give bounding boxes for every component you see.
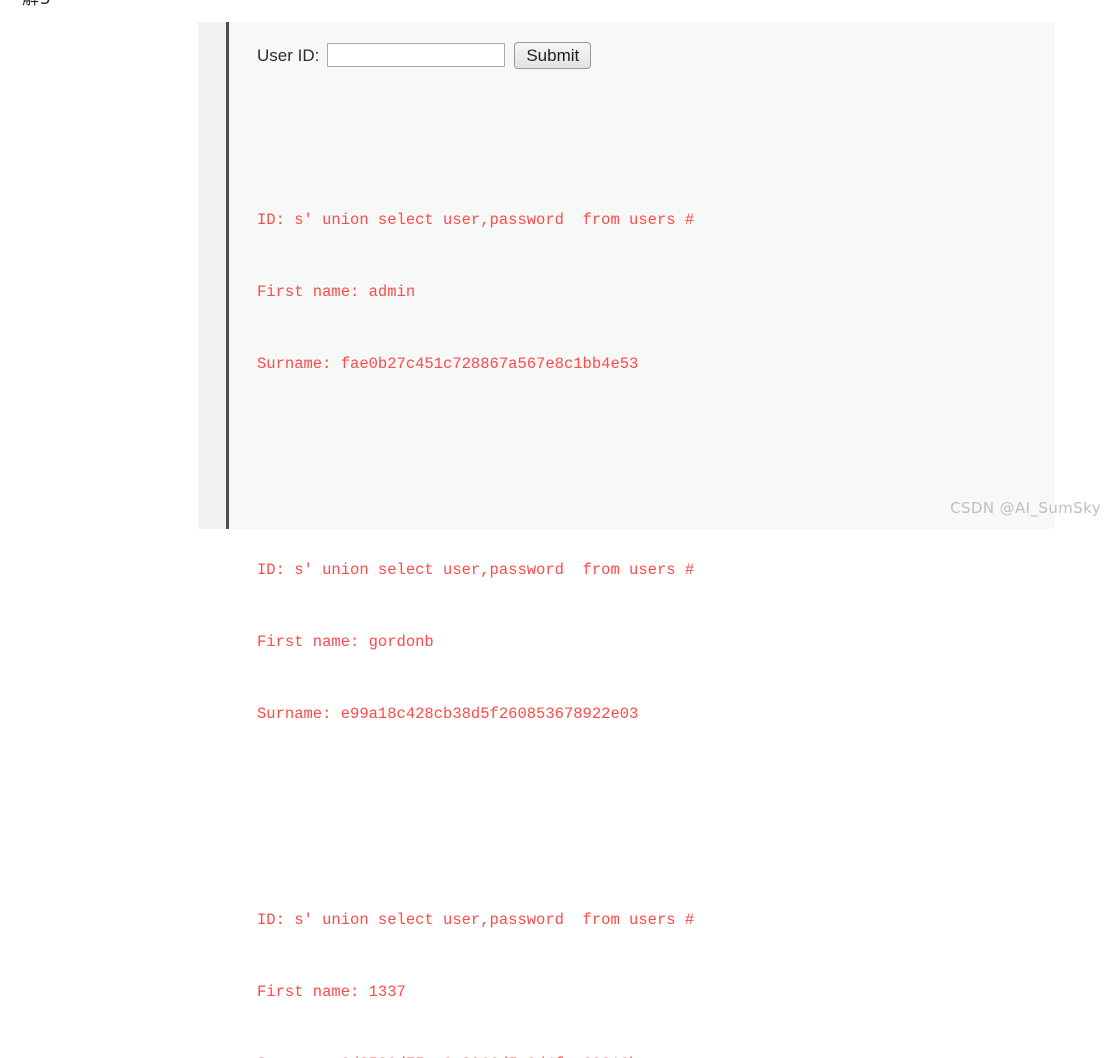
user-id-form: User ID: Submit — [257, 40, 1055, 70]
csdn-watermark: CSDN @AI_SumSky — [950, 499, 1101, 517]
result-first-name-line: First name: 1337 — [257, 983, 406, 1001]
user-id-input[interactable] — [327, 43, 506, 67]
result-first-name-line: First name: gordonb — [257, 633, 434, 651]
query-results: ID: s' union select user,password from u… — [257, 88, 1055, 1058]
user-id-label: User ID: — [257, 45, 320, 65]
result-surname-line: Surname: fae0b27c451c728867a567e8c1bb4e5… — [257, 355, 639, 373]
result-id-line: ID: s' union select user,password from u… — [257, 911, 695, 929]
submit-button[interactable]: Submit — [514, 41, 592, 69]
result-id-line: ID: s' union select user,password from u… — [257, 211, 695, 229]
clipped-page-heading: 解5 — [22, 0, 52, 9]
result-block: ID: s' union select user,password from u… — [257, 160, 1055, 424]
result-surname-line: Surname: 8d3533d75ae2c3966d7e0d4fcc69216… — [257, 1052, 1055, 1058]
result-block: ID: s' union select user,password from u… — [257, 510, 1055, 774]
result-id-line: ID: s' union select user,password from u… — [257, 561, 695, 579]
result-first-name-line: First name: admin — [257, 283, 416, 301]
vulnerability-content-panel: User ID: Submit ID: s' union select user… — [229, 22, 1055, 1058]
result-block: ID: s' union select user,password from u… — [257, 860, 1055, 1058]
result-surname-line: Surname: e99a18c428cb38d5f260853678922e0… — [257, 705, 639, 723]
